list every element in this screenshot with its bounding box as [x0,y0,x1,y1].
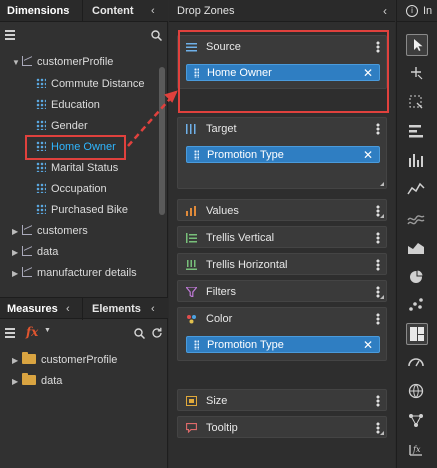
drag-arrow-icon [127,90,178,147]
